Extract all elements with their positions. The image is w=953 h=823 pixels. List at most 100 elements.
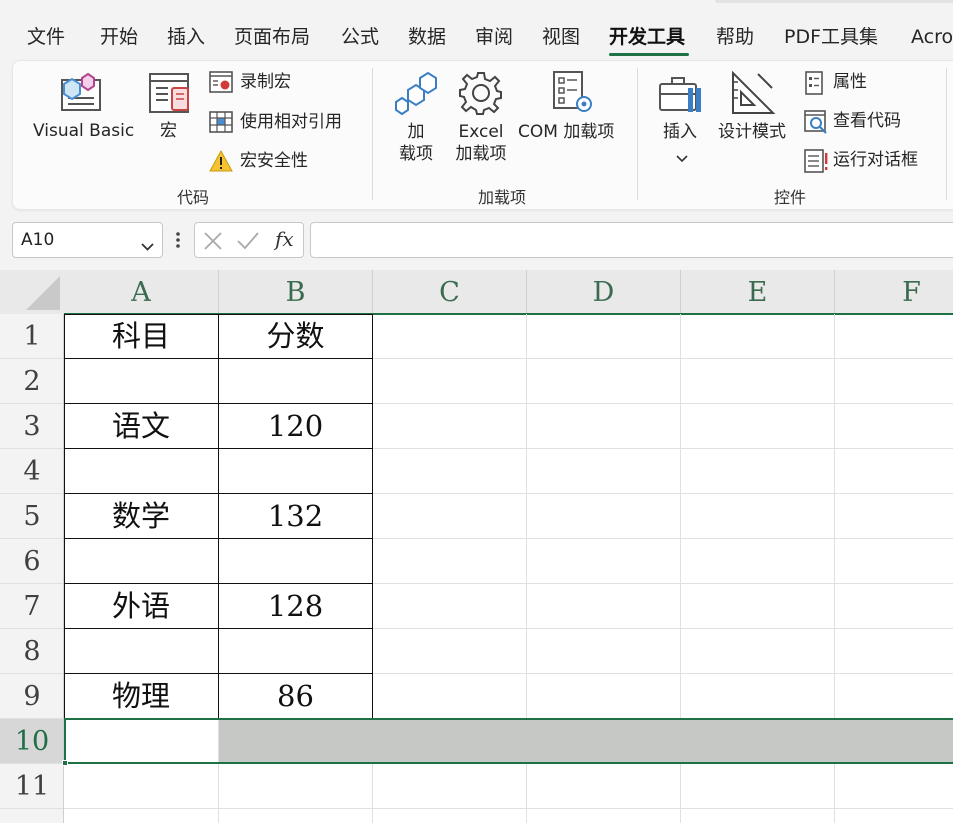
excel-addins-label-line1: Excel bbox=[458, 122, 504, 142]
insert-controls-button[interactable]: 插入 bbox=[663, 122, 697, 143]
name-box-value: A10 bbox=[21, 230, 55, 250]
row-header-11[interactable]: 11 bbox=[0, 764, 64, 809]
fill-handle[interactable] bbox=[62, 760, 68, 766]
group-label-code: 代码 bbox=[177, 188, 210, 207]
tab-page-layout[interactable]: 页面布局 bbox=[234, 25, 310, 49]
cell-b6[interactable] bbox=[219, 539, 372, 584]
macros-button[interactable]: 宏 bbox=[160, 121, 177, 142]
column-header-f[interactable]: F bbox=[835, 270, 953, 314]
row-header-6[interactable]: 6 bbox=[0, 539, 64, 584]
tab-review[interactable]: 审阅 bbox=[475, 25, 513, 49]
tab-pdf-tools[interactable]: PDF工具集 bbox=[784, 25, 878, 49]
cell-a7[interactable]: 外语 bbox=[64, 584, 218, 629]
tab-acrobat[interactable]: Acro bbox=[911, 25, 953, 49]
tab-formulas[interactable]: 公式 bbox=[341, 25, 379, 49]
visual-basic-button[interactable]: Visual Basic bbox=[33, 121, 134, 142]
properties-icon[interactable] bbox=[804, 71, 826, 99]
name-box[interactable]: A10 bbox=[12, 222, 163, 258]
run-dialog-button[interactable]: 运行对话框 bbox=[833, 150, 918, 171]
tab-file[interactable]: 文件 bbox=[27, 25, 65, 49]
tab-home[interactable]: 开始 bbox=[100, 25, 138, 49]
active-tab-indicator bbox=[609, 53, 689, 56]
cell-a2[interactable] bbox=[64, 359, 218, 404]
com-addins-button[interactable]: COM 加载项 bbox=[518, 122, 614, 143]
column-header-a[interactable]: A bbox=[64, 270, 219, 314]
group-separator bbox=[637, 68, 638, 200]
design-mode-button[interactable]: 设计模式 bbox=[718, 122, 786, 143]
row-header-3[interactable]: 3 bbox=[0, 404, 64, 449]
more-options-icon[interactable] bbox=[175, 229, 181, 255]
tab-developer[interactable]: 开发工具 bbox=[609, 25, 685, 49]
column-header-e[interactable]: E bbox=[681, 270, 835, 314]
relative-references-button[interactable]: 使用相对引用 bbox=[240, 112, 342, 133]
excel-addins-label-line2: 加载项 bbox=[455, 144, 507, 164]
table-border bbox=[372, 314, 373, 718]
menu-bar: 文件 开始 插入 页面布局 公式 数据 审阅 视图 开发工具 帮助 PDF工具集… bbox=[0, 0, 953, 60]
column-header-c[interactable]: C bbox=[373, 270, 527, 314]
cell-b7[interactable]: 128 bbox=[219, 584, 372, 629]
visual-basic-icon[interactable] bbox=[58, 70, 106, 118]
cell-b5[interactable]: 132 bbox=[219, 494, 372, 539]
chevron-down-icon[interactable] bbox=[141, 236, 154, 255]
record-macro-button[interactable]: 录制宏 bbox=[240, 72, 291, 93]
design-mode-icon[interactable] bbox=[730, 70, 776, 120]
cell-a9[interactable]: 物理 bbox=[64, 674, 218, 719]
row-header-7[interactable]: 7 bbox=[0, 584, 64, 629]
select-all-corner[interactable] bbox=[0, 270, 64, 314]
cell-a6[interactable] bbox=[64, 539, 218, 584]
row-header-12[interactable] bbox=[0, 809, 64, 823]
column-header-b[interactable]: B bbox=[219, 270, 373, 314]
tab-view[interactable]: 视图 bbox=[542, 25, 580, 49]
row-header-2[interactable]: 2 bbox=[0, 359, 64, 404]
cell-b1[interactable]: 分数 bbox=[219, 314, 372, 359]
warning-icon[interactable] bbox=[209, 149, 233, 176]
cell-a3[interactable]: 语文 bbox=[64, 404, 218, 449]
insert-function-button[interactable]: fx bbox=[275, 227, 294, 251]
cell-b2[interactable] bbox=[219, 359, 372, 404]
chevron-down-icon[interactable] bbox=[676, 148, 688, 167]
macro-security-button[interactable]: 宏安全性 bbox=[240, 151, 308, 172]
properties-button[interactable]: 属性 bbox=[833, 72, 867, 93]
formula-buttons: fx bbox=[194, 222, 304, 258]
group-separator bbox=[946, 68, 947, 200]
relative-references-icon[interactable] bbox=[209, 111, 233, 137]
cell-a1[interactable]: 科目 bbox=[64, 314, 218, 359]
cancel-icon[interactable] bbox=[203, 231, 223, 255]
tab-insert[interactable]: 插入 bbox=[167, 25, 205, 49]
group-label-addins: 加载项 bbox=[478, 188, 527, 207]
cell-a8[interactable] bbox=[64, 629, 218, 674]
addins-icon[interactable] bbox=[394, 71, 440, 120]
cell-b3[interactable]: 120 bbox=[219, 404, 372, 449]
run-dialog-icon[interactable] bbox=[804, 149, 828, 177]
column-header-d[interactable]: D bbox=[527, 270, 681, 314]
tab-help[interactable]: 帮助 bbox=[716, 25, 754, 49]
formula-input[interactable] bbox=[310, 222, 953, 258]
view-code-button[interactable]: 查看代码 bbox=[833, 111, 901, 132]
row-header-10[interactable]: 10 bbox=[0, 719, 64, 764]
view-code-icon[interactable] bbox=[804, 110, 828, 138]
group-label-controls: 控件 bbox=[774, 188, 807, 207]
gear-icon[interactable] bbox=[458, 70, 504, 120]
row-header-9[interactable]: 9 bbox=[0, 674, 64, 719]
cell-b9[interactable]: 86 bbox=[219, 674, 372, 719]
tab-data[interactable]: 数据 bbox=[408, 25, 446, 49]
com-addins-icon[interactable] bbox=[552, 70, 596, 120]
toolbox-icon[interactable] bbox=[658, 74, 706, 120]
gridline bbox=[64, 808, 953, 809]
addins-button[interactable]: 加 载项 bbox=[396, 121, 436, 165]
row-header-5[interactable]: 5 bbox=[0, 494, 64, 539]
check-icon[interactable] bbox=[236, 231, 260, 255]
macros-icon[interactable] bbox=[148, 72, 194, 120]
cell-b4[interactable] bbox=[219, 449, 372, 494]
row-header-4[interactable]: 4 bbox=[0, 449, 64, 494]
row-header-8[interactable]: 8 bbox=[0, 629, 64, 674]
row-header-1[interactable]: 1 bbox=[0, 314, 64, 359]
cell-a5[interactable]: 数学 bbox=[64, 494, 218, 539]
spreadsheet-grid[interactable]: A B C D E F 1 2 3 4 5 6 7 8 9 10 11 科目 分… bbox=[0, 270, 953, 823]
cell-b8[interactable] bbox=[219, 629, 372, 674]
record-macro-icon[interactable] bbox=[209, 71, 233, 97]
title-bar-edge bbox=[715, 0, 953, 3]
group-separator bbox=[372, 68, 373, 200]
cell-a4[interactable] bbox=[64, 449, 218, 494]
excel-addins-button[interactable]: Excel 加载项 bbox=[450, 121, 512, 165]
